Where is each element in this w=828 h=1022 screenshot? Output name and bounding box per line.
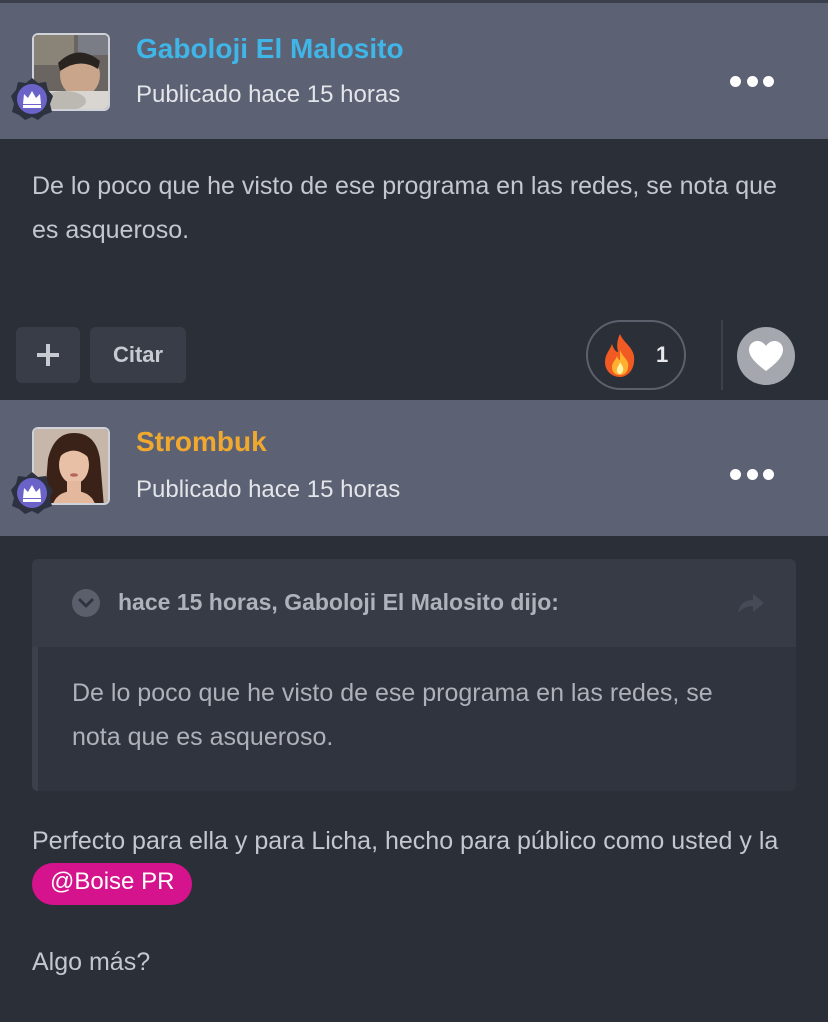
post-body-followup: Algo más? <box>32 948 151 976</box>
heart-icon <box>749 341 783 371</box>
post-timestamp: Publicado hace 15 horas <box>136 81 401 108</box>
reaction-count: 1 <box>656 342 669 367</box>
user-mention-link[interactable]: @Boise PR <box>32 863 193 906</box>
chevron-down-icon <box>78 598 94 608</box>
quote-toggle-button[interactable] <box>72 589 100 617</box>
reaction-button[interactable]: 1 <box>586 320 686 390</box>
more-options-icon[interactable] <box>730 69 774 93</box>
quote-button[interactable]: Citar <box>90 327 186 383</box>
post-body: De lo poco que he visto de ese programa … <box>32 172 777 244</box>
quote-text: De lo poco que he visto de ese programa … <box>72 679 713 751</box>
share-arrow-icon[interactable] <box>736 591 766 615</box>
post-body-text: Perfecto para ella y para Licha, hecho p… <box>32 827 779 855</box>
post-header: Gaboloji El Malosito Publicado hace 15 h… <box>0 3 828 139</box>
post-timestamp: Publicado hace 15 horas <box>136 476 401 503</box>
post-header: Strombuk Publicado hace 15 horas <box>0 400 828 536</box>
author-avatar-wrap[interactable] <box>11 427 112 514</box>
author-name[interactable]: Strombuk <box>136 426 267 458</box>
plus-icon <box>37 344 59 366</box>
quote-bar <box>32 647 38 791</box>
author-avatar-wrap[interactable] <box>11 33 112 120</box>
post-body: Perfecto para ella y para Licha, hecho p… <box>32 819 802 907</box>
like-button[interactable] <box>737 327 795 385</box>
divider <box>721 320 723 390</box>
add-button[interactable] <box>16 327 80 383</box>
crown-badge-icon <box>11 78 53 120</box>
quote-citation[interactable]: hace 15 horas, Gaboloji El Malosito dijo… <box>118 589 559 616</box>
fire-emoji-icon <box>605 334 635 377</box>
quote-block: hace 15 horas, Gaboloji El Malosito dijo… <box>32 559 796 791</box>
author-name[interactable]: Gaboloji El Malosito <box>136 33 404 65</box>
crown-badge-icon <box>11 472 53 514</box>
more-options-icon[interactable] <box>730 462 774 486</box>
